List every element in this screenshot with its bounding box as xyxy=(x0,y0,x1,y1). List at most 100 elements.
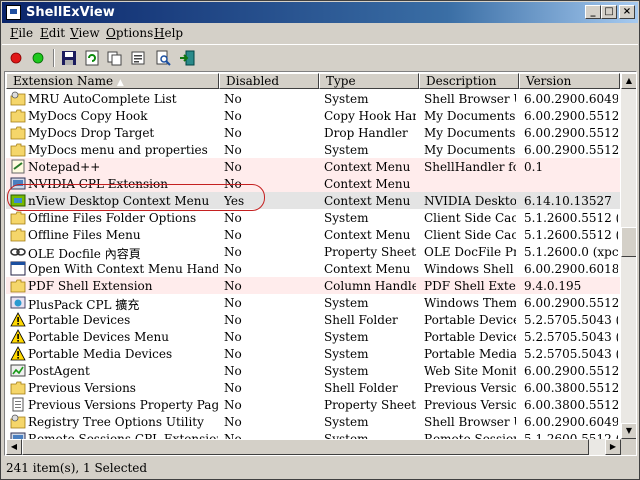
table-row[interactable]: Notepad++ No Context Menu ShellHandler for.… xyxy=(6,158,620,175)
cell-extension-name: MyDocs Copy Hook xyxy=(28,109,148,123)
warning-icon xyxy=(10,346,26,361)
enable-green-icon[interactable] xyxy=(28,48,48,68)
horizontal-scrollbar[interactable]: ◀ ▶ xyxy=(6,439,621,455)
sort-arrow-icon: ▲ xyxy=(116,78,124,88)
table-row[interactable]: Offline Files Folder Options No System Clie… xyxy=(6,209,620,226)
cell-description: Client Side Cach... xyxy=(424,211,516,225)
column-header-disabled[interactable]: Disabled xyxy=(219,73,319,89)
column-header-description[interactable]: Description xyxy=(419,73,519,89)
cell-type: Shell Folder xyxy=(324,381,398,395)
copy-icon[interactable] xyxy=(105,48,125,68)
cell-disabled: No xyxy=(224,160,242,174)
chain-icon xyxy=(10,244,26,259)
menu-edit[interactable]: Edit xyxy=(40,26,65,40)
cell-disabled: No xyxy=(224,92,242,106)
vertical-scrollbar[interactable]: ▲ ▼ xyxy=(621,73,636,441)
cell-extension-name: MRU AutoComplete List xyxy=(28,92,177,106)
cell-type: System xyxy=(324,415,369,429)
table-row[interactable]: Previous Versions No Shell Folder Previous … xyxy=(6,379,620,396)
folder-icon xyxy=(10,278,26,293)
app-icon[interactable] xyxy=(6,5,21,20)
cell-type: Context Menu xyxy=(324,194,411,208)
table-row[interactable]: NVIDIA CPL Extension No Context Menu xyxy=(6,175,620,192)
menu-help[interactable]: Help xyxy=(154,26,183,40)
cell-type: System xyxy=(324,211,369,225)
scroll-left-button[interactable]: ◀ xyxy=(6,439,22,455)
table-row[interactable]: MyDocs Drop Target No Drop Handler My Docum… xyxy=(6,124,620,141)
cell-version: 9.4.0.195 xyxy=(524,279,582,293)
cell-extension-name: Portable Devices Menu xyxy=(28,330,169,344)
cell-version: 6.00.2900.6018 xyxy=(524,262,618,276)
column-header-version[interactable]: Version xyxy=(519,73,620,89)
main-window: ShellExView _ □ × File Edit View Options… xyxy=(0,0,640,480)
cell-type: Context Menu xyxy=(324,228,411,242)
find-icon[interactable] xyxy=(153,48,173,68)
save-icon[interactable] xyxy=(59,48,79,68)
table-row[interactable]: PostAgent No System Web Site Monitor 6.00.29… xyxy=(6,362,620,379)
column-header-type[interactable]: Type xyxy=(319,73,419,89)
title-bar[interactable]: ShellExView _ □ × xyxy=(2,2,638,23)
postagent-icon xyxy=(10,363,26,378)
window-title: ShellExView xyxy=(26,5,115,20)
cell-version: 6.00.3800.5512 xyxy=(524,381,618,395)
table-row[interactable]: Offline Files Menu No Context Menu Client S… xyxy=(6,226,620,243)
cell-version: 6.00.2900.5512 xyxy=(524,126,618,140)
cell-type: System xyxy=(324,347,369,361)
folder-icon xyxy=(10,142,26,157)
cell-extension-name: Portable Media Devices xyxy=(28,347,173,361)
list-rows: MRU AutoComplete List No System Shell Brows… xyxy=(6,90,620,454)
cell-disabled: No xyxy=(224,109,242,123)
table-row[interactable]: Portable Devices No Shell Folder Portable D… xyxy=(6,311,620,328)
cell-description: Windows Theme... xyxy=(424,296,516,310)
table-row[interactable]: MyDocs menu and properties No System My Doc… xyxy=(6,141,620,158)
table-row[interactable]: Previous Versions Property Page No Propert… xyxy=(6,396,620,413)
table-row[interactable]: Registry Tree Options Utility No System She… xyxy=(6,413,620,430)
list-header: Extension Name ▲ Disabled Type Descripti… xyxy=(6,73,620,89)
vertical-scroll-thumb[interactable] xyxy=(621,227,636,257)
maximize-button[interactable]: □ xyxy=(601,5,617,19)
cpl-icon xyxy=(10,176,26,191)
minimize-button[interactable]: _ xyxy=(585,5,601,19)
scroll-up-button[interactable]: ▲ xyxy=(621,73,636,89)
cell-disabled: No xyxy=(224,262,242,276)
table-row[interactable]: Portable Devices Menu No System Portable De… xyxy=(6,328,620,345)
extension-list[interactable]: Extension Name ▲ Disabled Type Descripti… xyxy=(4,71,637,456)
cell-version: 6.00.2900.6049 xyxy=(524,415,618,429)
cell-description: Previous Version... xyxy=(424,398,516,412)
cell-version: 5.1.2600.5512 (... xyxy=(524,228,618,242)
notepad-icon xyxy=(10,159,26,174)
table-row[interactable]: nView Desktop Context Menu Yes Context Men… xyxy=(6,192,620,209)
column-header-extension-name[interactable]: Extension Name ▲ xyxy=(6,73,219,89)
table-row[interactable]: Portable Media Devices No System Portable M… xyxy=(6,345,620,362)
table-row[interactable]: MyDocs Copy Hook No Copy Hook Han... My Doc… xyxy=(6,107,620,124)
cell-disabled: No xyxy=(224,279,242,293)
scroll-down-button[interactable]: ▼ xyxy=(621,423,636,439)
horizontal-scroll-thumb[interactable] xyxy=(22,439,589,455)
cell-disabled: No xyxy=(224,228,242,242)
cell-extension-name: Portable Devices xyxy=(28,313,131,327)
exit-icon[interactable] xyxy=(177,48,197,68)
cell-description: Shell Browser U... xyxy=(424,415,516,429)
disable-red-icon[interactable] xyxy=(6,48,26,68)
cell-type: Column Handler xyxy=(324,279,416,293)
properties-icon[interactable] xyxy=(128,48,148,68)
table-row[interactable]: PlusPack CPL 擴充NoSystemWindows Theme...6… xyxy=(6,294,620,312)
warning-icon xyxy=(10,329,26,344)
close-button[interactable]: × xyxy=(619,5,635,19)
menu-view[interactable]: View xyxy=(70,26,100,40)
cell-description: My Documents ... xyxy=(424,109,516,123)
table-row[interactable]: OLE Docfile 內容頁 No Property Sheet OLE DocFi… xyxy=(6,243,620,261)
table-row[interactable]: MRU AutoComplete List No System Shell Brows… xyxy=(6,90,620,107)
menu-file[interactable]: File xyxy=(10,26,33,40)
folder-icon xyxy=(10,380,26,395)
scroll-right-button[interactable]: ▶ xyxy=(605,439,621,455)
table-row[interactable]: Open With Context Menu Handler No Context … xyxy=(6,260,620,277)
cell-version: 6.00.2900.5512 xyxy=(524,364,618,378)
cell-disabled: No xyxy=(224,143,242,157)
cell-description: OLE DocFile Pr... xyxy=(424,245,516,259)
menu-options[interactable]: Options xyxy=(106,26,153,40)
refresh-icon[interactable] xyxy=(82,48,102,68)
cell-disabled: No xyxy=(224,381,242,395)
table-row[interactable]: PDF Shell Extension No Column Handler PDF S… xyxy=(6,277,620,294)
cell-version: 6.00.3800.5512 xyxy=(524,398,618,412)
